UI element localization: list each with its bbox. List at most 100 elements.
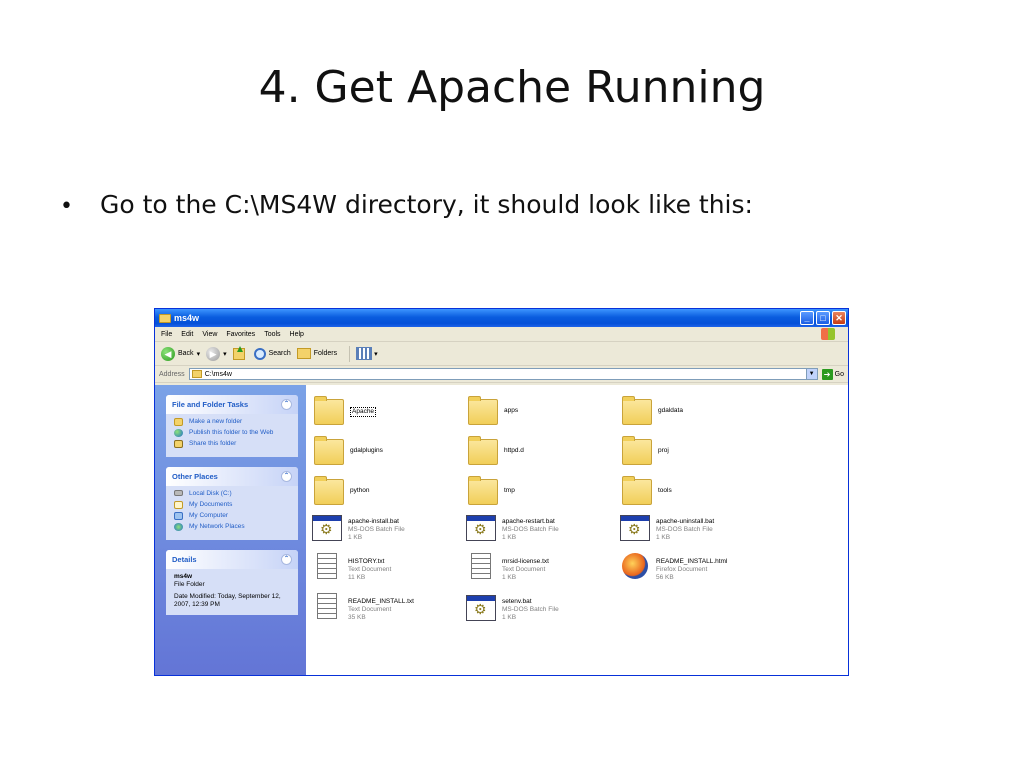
menu-bar: File Edit View Favorites Tools Help	[155, 327, 848, 342]
file-name: apache-uninstall.bat	[656, 518, 715, 525]
folder-icon	[622, 476, 652, 505]
file-size: 56 KB	[656, 574, 674, 581]
views-button[interactable]: ▾	[356, 347, 378, 360]
address-dropdown-button[interactable]: ▼	[805, 369, 817, 379]
folder-icon	[468, 436, 498, 465]
details-type: File Folder	[174, 581, 205, 588]
go-button[interactable]: ➔ Go	[821, 368, 844, 380]
menu-favorites[interactable]: Favorites	[226, 331, 255, 338]
file-item[interactable]: apache-install.batMS-DOS Batch File1 KB	[312, 513, 462, 547]
folder-item[interactable]: gdaldata	[622, 396, 772, 431]
batch-file-icon	[466, 595, 496, 621]
file-item[interactable]: README_INSTALL.html Firefox Document 56 KB	[620, 553, 770, 587]
file-size: 1 KB	[502, 574, 517, 581]
folder-item[interactable]: gdalplugins	[314, 436, 464, 471]
task-publish-folder[interactable]: Publish this folder to the Web	[174, 429, 292, 437]
batch-file-icon	[312, 515, 342, 541]
panel-title: File and Folder Tasks	[172, 400, 249, 409]
search-button[interactable]: Search	[253, 347, 291, 360]
folder-item[interactable]: proj	[622, 436, 772, 471]
file-name: README_INSTALL.html	[656, 558, 728, 565]
menu-view[interactable]: View	[202, 331, 217, 338]
file-item[interactable]: apache-uninstall.batMS-DOS Batch File1 K…	[620, 513, 770, 547]
folder-icon	[468, 396, 498, 425]
bullet-text: Go to the C:\MS4W directory, it should l…	[100, 190, 753, 219]
file-name: tools	[658, 487, 672, 494]
panel-header[interactable]: Other Places ⌃	[166, 467, 298, 486]
task-make-new-folder[interactable]: Make a new folder	[174, 418, 292, 426]
go-arrow-icon: ➔	[821, 368, 833, 380]
forward-button[interactable]: ▶ ▾	[206, 346, 227, 361]
back-button[interactable]: ◀ Back ▾	[161, 346, 200, 361]
task-label: Publish this folder to the Web	[189, 429, 274, 436]
file-name: HISTORY.txt	[348, 558, 385, 565]
file-item[interactable]: mrsid-license.txt Text Document 1 KB	[466, 553, 616, 587]
place-my-documents[interactable]: My Documents	[174, 501, 292, 509]
new-folder-icon	[174, 418, 183, 426]
menu-edit[interactable]: Edit	[181, 331, 193, 338]
place-my-network[interactable]: My Network Places	[174, 523, 292, 531]
file-item[interactable]: apache-restart.batMS-DOS Batch File1 KB	[466, 513, 616, 547]
firefox-document-icon	[622, 553, 648, 579]
file-name: mrsid-license.txt	[502, 558, 549, 565]
collapse-icon[interactable]: ⌃	[281, 554, 292, 565]
other-places-panel: Other Places ⌃ Local Disk (C:) My Docume…	[166, 467, 298, 540]
collapse-icon[interactable]: ⌃	[281, 471, 292, 482]
share-folder-icon	[174, 440, 183, 448]
folders-icon	[296, 348, 311, 359]
address-bar: Address C:\ms4w ▼ ➔ Go	[155, 366, 848, 383]
publish-web-icon	[174, 429, 183, 437]
disk-icon	[174, 490, 183, 496]
file-folder-tasks-panel: File and Folder Tasks ⌃ Make a new folde…	[166, 395, 298, 457]
close-button[interactable]: ✕	[832, 311, 846, 325]
panel-title: Other Places	[172, 472, 218, 481]
file-item[interactable]: README_INSTALL.txt Text Document 35 KB	[312, 593, 462, 627]
folder-item[interactable]: httpd.d	[468, 436, 618, 471]
task-label: Make a new folder	[189, 418, 243, 425]
address-input[interactable]: C:\ms4w ▼	[188, 368, 818, 380]
file-name: apache-restart.bat	[502, 518, 555, 525]
folder-icon	[159, 313, 171, 323]
back-arrow-icon: ◀	[161, 346, 175, 361]
place-my-computer[interactable]: My Computer	[174, 512, 292, 520]
task-pane: File and Folder Tasks ⌃ Make a new folde…	[155, 385, 306, 675]
panel-header[interactable]: Details ⌃	[166, 550, 298, 569]
folder-icon	[314, 436, 344, 465]
file-item[interactable]: setenv.batMS-DOS Batch File1 KB	[466, 593, 616, 627]
file-name: httpd.d	[504, 447, 524, 454]
menu-help[interactable]: Help	[290, 331, 304, 338]
details-name: ms4w	[174, 573, 193, 580]
up-button[interactable]	[232, 345, 248, 360]
folders-button[interactable]: Folders	[296, 348, 337, 359]
task-share-folder[interactable]: Share this folder	[174, 440, 292, 448]
folder-icon	[622, 396, 652, 425]
folder-item[interactable]: tools	[622, 476, 772, 511]
chevron-down-icon: ▾	[374, 350, 378, 358]
window-titlebar[interactable]: ms4w _ □ ✕	[155, 309, 848, 327]
panel-header[interactable]: File and Folder Tasks ⌃	[166, 395, 298, 414]
file-type: Text Document	[502, 566, 546, 573]
file-type: MS-DOS Batch File	[502, 606, 559, 613]
file-name: apps	[504, 407, 519, 414]
collapse-icon[interactable]: ⌃	[281, 399, 292, 410]
back-label: Back	[178, 350, 194, 357]
file-type: MS-DOS Batch File	[502, 526, 559, 533]
file-type: Firefox Document	[656, 566, 708, 573]
go-label: Go	[834, 370, 844, 378]
folder-item[interactable]: python	[314, 476, 464, 511]
minimize-button[interactable]: _	[800, 311, 814, 325]
maximize-button[interactable]: □	[816, 311, 830, 325]
batch-file-icon	[620, 515, 650, 541]
folder-item[interactable]: tmp	[468, 476, 618, 511]
folder-item[interactable]: apps	[468, 396, 618, 431]
place-local-disk[interactable]: Local Disk (C:)	[174, 490, 292, 498]
menu-tools[interactable]: Tools	[264, 331, 280, 338]
folder-icon	[622, 436, 652, 465]
menu-file[interactable]: File	[161, 331, 172, 338]
batch-file-icon	[466, 515, 496, 541]
file-name: gdalplugins	[350, 447, 383, 454]
toolbar-separator	[349, 345, 351, 362]
file-item[interactable]: HISTORY.txt Text Document 11 KB	[312, 553, 462, 587]
file-type: Text Document	[348, 606, 392, 613]
folder-item[interactable]: Apache	[314, 396, 464, 431]
